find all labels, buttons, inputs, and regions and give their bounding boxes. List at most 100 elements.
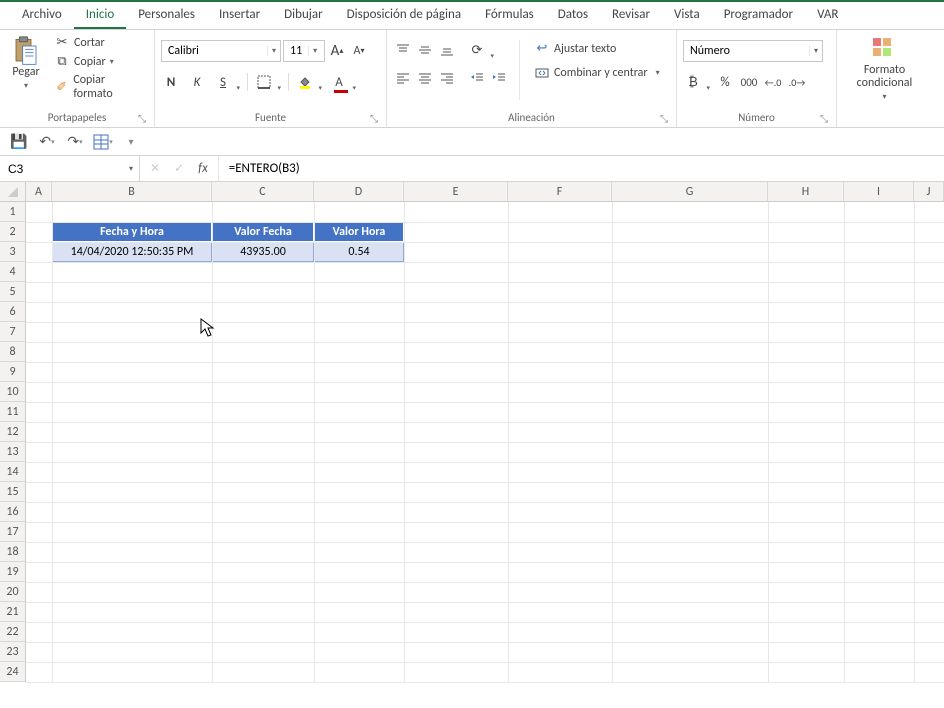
comma-format-button[interactable]: 000 [739, 72, 759, 92]
number-dialog-launcher[interactable]: ⤡ [820, 112, 828, 125]
tab-data[interactable]: Datos [546, 2, 600, 29]
merge-center-button[interactable]: Combinar y centrar ▾ [530, 65, 670, 81]
qat-custom-button[interactable]: ▾ [92, 131, 114, 153]
decrease-font-button[interactable]: A▾ [349, 41, 369, 61]
row-header-6[interactable]: 6 [0, 302, 26, 322]
bold-button[interactable]: N [161, 72, 181, 92]
tab-page-layout[interactable]: Disposición de página [335, 2, 473, 29]
align-center-button[interactable] [415, 68, 435, 88]
column-header-b[interactable]: B [52, 182, 212, 202]
align-left-button[interactable] [393, 68, 413, 88]
column-header-d[interactable]: D [314, 182, 404, 202]
align-bottom-button[interactable] [437, 40, 457, 60]
tab-developer[interactable]: Programador [712, 2, 805, 29]
column-header-a[interactable]: A [26, 182, 52, 202]
cut-button[interactable]: ✂ Cortar [50, 34, 148, 51]
italic-button[interactable]: K [187, 72, 207, 92]
undo-button[interactable]: ↶▾ [36, 131, 58, 153]
row-header-2[interactable]: 2 [0, 222, 26, 242]
column-header-h[interactable]: H [768, 182, 844, 202]
redo-button[interactable]: ↷▾ [64, 131, 86, 153]
font-dialog-launcher[interactable]: ⤡ [370, 112, 378, 125]
cell-b3[interactable]: 14/04/2020 12:50:35 PM [52, 242, 212, 262]
row-header-16[interactable]: 16 [0, 502, 26, 522]
row-header-5[interactable]: 5 [0, 282, 26, 302]
row-header-9[interactable]: 9 [0, 362, 26, 382]
number-format-combo[interactable]: Número ▾ [683, 40, 823, 62]
copy-button[interactable]: ⧉ Copiar ▾ [50, 53, 148, 70]
increase-font-button[interactable]: A▴ [327, 41, 347, 61]
tab-draw[interactable]: Dibujar [272, 2, 335, 29]
row-header-18[interactable]: 18 [0, 542, 26, 562]
row-header-1[interactable]: 1 [0, 202, 26, 222]
tab-home[interactable]: Inicio [74, 2, 126, 29]
row-header-13[interactable]: 13 [0, 442, 26, 462]
format-painter-button[interactable]: ✐ Copiar formato [50, 72, 148, 102]
column-header-e[interactable]: E [404, 182, 508, 202]
increase-indent-button[interactable] [489, 68, 509, 88]
name-box-input[interactable] [0, 162, 123, 176]
tab-personal[interactable]: Personales [126, 2, 207, 29]
chevron-down-icon[interactable]: ▾ [123, 164, 139, 174]
formula-input[interactable]: =ENTERO(B3) [219, 161, 944, 176]
alignment-dialog-launcher[interactable]: ⤡ [660, 112, 668, 125]
increase-decimal-button[interactable]: ←.0 [763, 72, 783, 92]
tab-review[interactable]: Revisar [600, 2, 662, 29]
row-header-20[interactable]: 20 [0, 582, 26, 602]
row-header-11[interactable]: 11 [0, 402, 26, 422]
tab-formulas[interactable]: Fórmulas [473, 2, 546, 29]
column-header-i[interactable]: I [844, 182, 914, 202]
table-header-valor-fecha[interactable]: Valor Fecha [212, 222, 314, 242]
cell-c3[interactable]: 43935.00 [212, 242, 314, 262]
decrease-decimal-button[interactable]: .0→ [787, 72, 807, 92]
underline-button[interactable]: S [213, 72, 241, 92]
table-header-valor-hora[interactable]: Valor Hora [314, 222, 404, 242]
name-box[interactable]: ▾ [0, 156, 140, 181]
qat-customize-button[interactable]: ▾ [120, 131, 142, 153]
decrease-indent-button[interactable] [467, 68, 487, 88]
accounting-format-button[interactable]: ₿ [683, 72, 711, 92]
row-header-22[interactable]: 22 [0, 622, 26, 642]
row-header-17[interactable]: 17 [0, 522, 26, 542]
column-header-g[interactable]: G [612, 182, 768, 202]
row-header-8[interactable]: 8 [0, 342, 26, 362]
tab-view[interactable]: Vista [662, 2, 712, 29]
row-header-14[interactable]: 14 [0, 462, 26, 482]
cancel-formula-button[interactable]: ✕ [150, 161, 160, 176]
row-header-7[interactable]: 7 [0, 322, 26, 342]
align-top-button[interactable] [393, 40, 413, 60]
font-name-combo[interactable]: Calibri ▾ [161, 40, 281, 62]
row-header-12[interactable]: 12 [0, 422, 26, 442]
align-middle-button[interactable] [415, 40, 435, 60]
percent-format-button[interactable]: % [715, 72, 735, 92]
fill-color-button[interactable] [295, 72, 323, 92]
paste-button[interactable]: Pegar ▾ [6, 34, 46, 93]
font-color-button[interactable]: A [329, 72, 357, 92]
tab-insert[interactable]: Insertar [207, 2, 272, 29]
cells-area[interactable]: Fecha y Hora Valor Fecha Valor Hora 14/0… [26, 202, 944, 682]
table-header-fecha-hora[interactable]: Fecha y Hora [52, 222, 212, 242]
clipboard-dialog-launcher[interactable]: ⤡ [138, 112, 146, 125]
borders-button[interactable] [254, 72, 282, 92]
select-all-corner[interactable] [0, 182, 26, 202]
row-header-15[interactable]: 15 [0, 482, 26, 502]
column-header-j[interactable]: J [914, 182, 944, 202]
save-button[interactable]: 💾 [8, 131, 30, 153]
column-header-c[interactable]: C [212, 182, 314, 202]
align-right-button[interactable] [437, 68, 457, 88]
accept-formula-button[interactable]: ✓ [174, 161, 184, 176]
tab-var[interactable]: VAR [805, 2, 850, 29]
orientation-button[interactable]: ⟳ [467, 40, 495, 60]
row-header-4[interactable]: 4 [0, 262, 26, 282]
row-header-3[interactable]: 3 [0, 242, 26, 262]
wrap-text-button[interactable]: ↩ Ajustar texto [530, 40, 670, 57]
cell-d3[interactable]: 0.54 [314, 242, 404, 262]
tab-file[interactable]: Archivo [10, 2, 74, 29]
row-header-21[interactable]: 21 [0, 602, 26, 622]
conditional-formatting-button[interactable]: Formato condicional ▾ [843, 34, 926, 104]
insert-function-button[interactable]: fx [198, 161, 208, 176]
row-header-23[interactable]: 23 [0, 642, 26, 662]
font-size-combo[interactable]: 11 ▾ [283, 40, 325, 62]
column-header-f[interactable]: F [508, 182, 612, 202]
row-header-24[interactable]: 24 [0, 662, 26, 682]
